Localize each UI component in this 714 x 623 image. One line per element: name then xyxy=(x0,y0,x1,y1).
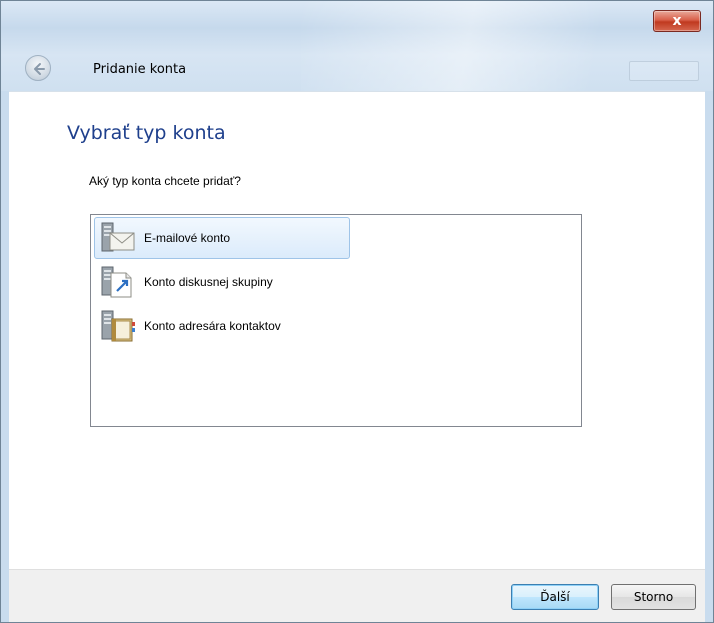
content-panel: Vybrať typ konta Aký typ konta chcete pr… xyxy=(9,91,705,569)
page-heading: Vybrať typ konta xyxy=(67,122,226,144)
directory-account-icon xyxy=(98,309,138,343)
wizard-header: Pridanie konta xyxy=(1,51,713,91)
account-type-newsgroup[interactable]: Konto diskusnej skupiny xyxy=(94,261,350,303)
close-button[interactable]: x xyxy=(653,10,701,32)
add-account-window: x Pridanie konta Vybrať typ konta Aký ty… xyxy=(0,0,714,623)
account-type-label: Konto adresára kontaktov xyxy=(144,319,281,333)
account-type-email[interactable]: E-mailové konto xyxy=(94,217,350,259)
account-type-label: Konto diskusnej skupiny xyxy=(144,275,273,289)
close-icon: x xyxy=(672,13,682,29)
wizard-title: Pridanie konta xyxy=(93,62,187,77)
account-type-directory[interactable]: Konto adresára kontaktov xyxy=(94,305,350,347)
account-type-label: E-mailové konto xyxy=(144,231,231,245)
back-button[interactable] xyxy=(25,55,51,81)
back-arrow-icon xyxy=(34,63,45,75)
cancel-button[interactable]: Storno xyxy=(611,584,696,610)
header-ghost-control xyxy=(629,61,699,81)
account-type-list[interactable]: E-mailové konto Konto diskusnej skupiny xyxy=(90,214,582,427)
newsgroup-account-icon xyxy=(98,265,138,299)
next-button[interactable]: Ďalší xyxy=(511,584,599,610)
email-account-icon xyxy=(98,221,138,255)
account-type-question: Aký typ konta chcete pridať? xyxy=(89,174,241,188)
wizard-footer: Ďalší Storno xyxy=(9,569,705,622)
